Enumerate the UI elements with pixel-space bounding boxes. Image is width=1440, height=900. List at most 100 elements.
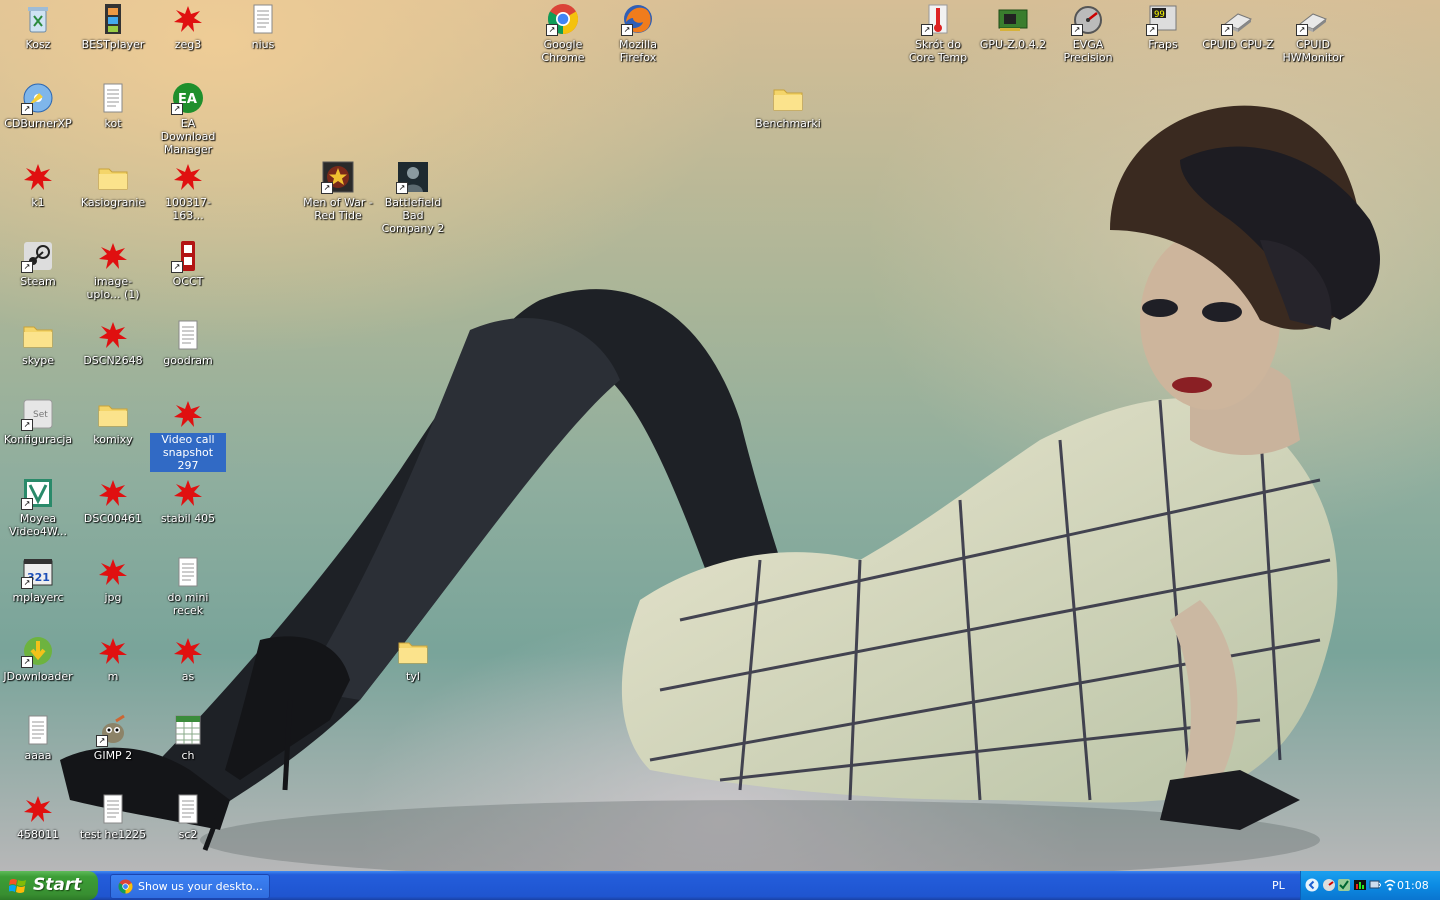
media-player-icon: 321 ↗ — [21, 555, 55, 589]
network-tray-icon[interactable] — [1369, 878, 1383, 892]
desktop-icon[interactable]: ↗ Mozilla Firefox — [600, 2, 676, 64]
desktop-icon[interactable]: sc2 — [150, 792, 226, 841]
splat-image-icon — [171, 160, 205, 194]
desktop-icon[interactable]: ↗ Google Chrome — [525, 2, 601, 64]
splat-image-icon — [21, 792, 55, 826]
shortcut-arrow-icon: ↗ — [1071, 24, 1083, 36]
back-arrow-tray-icon[interactable] — [1305, 878, 1319, 892]
text-document-icon — [246, 2, 280, 36]
shortcut-arrow-icon: ↗ — [1221, 24, 1233, 36]
desktop-icon[interactable]: stabil 405 — [150, 476, 226, 525]
desktop-icon[interactable]: ↗ CPUID CPU-Z — [1200, 2, 1276, 51]
svg-text:99: 99 — [1154, 10, 1165, 20]
desktop-icon-label: Video call snapshot 297 — [150, 433, 226, 472]
desktop-icon[interactable]: aaaa — [0, 713, 76, 762]
desktop-icon[interactable]: skype — [0, 318, 76, 367]
desktop-icon-label: OCCT — [172, 275, 204, 288]
desktop-icon[interactable]: Benchmarki — [750, 81, 826, 130]
desktop-icon[interactable]: goodram — [150, 318, 226, 367]
desktop-icon-label: m — [107, 670, 119, 683]
desktop-icon[interactable]: ↗ OCCT — [150, 239, 226, 288]
thermometer-icon: ↗ — [921, 2, 955, 36]
desktop-icon[interactable]: jpg — [75, 555, 151, 604]
jdownloader-icon: ↗ — [21, 634, 55, 668]
desktop-icon[interactable]: 458011 — [0, 792, 76, 841]
desktop-icon[interactable]: Kosz — [0, 2, 76, 51]
shortcut-arrow-icon: ↗ — [396, 182, 408, 194]
desktop-icon[interactable]: test he1225 — [75, 792, 151, 841]
shortcut-arrow-icon: ↗ — [96, 735, 108, 747]
desktop-icon[interactable]: ↗ Men of War - Red Tide — [300, 160, 376, 222]
antivirus-tray-icon[interactable] — [1337, 878, 1351, 892]
desktop-icon[interactable]: ↗ Skrót do Core Temp — [900, 2, 976, 64]
splat-image-icon — [96, 476, 130, 510]
language-indicator[interactable]: PL — [1272, 879, 1285, 892]
desktop-icon[interactable]: 321 ↗ mplayerc — [0, 555, 76, 604]
shortcut-arrow-icon: ↗ — [1146, 24, 1158, 36]
splat-image-icon — [96, 318, 130, 352]
firefox-icon: ↗ — [621, 2, 655, 36]
desktop-icon[interactable]: as — [150, 634, 226, 683]
desktop-icon[interactable]: image-uplo... (1) — [75, 239, 151, 301]
desktop-icon[interactable]: 100317-163... — [150, 160, 226, 222]
desktop-icon[interactable]: GPU-Z.0.4.2 — [975, 2, 1051, 51]
desktop-icon[interactable]: ↗ Steam — [0, 239, 76, 288]
desktop-icon[interactable]: tyl — [375, 634, 451, 683]
desktop-icon[interactable]: Set ↗ Konfiguracja — [0, 397, 76, 446]
taskbar-button-chrome-window[interactable]: Show us your deskto... — [110, 874, 270, 899]
desktop-icon[interactable]: komixy — [75, 397, 151, 446]
desktop-icon-label: as — [181, 670, 195, 683]
svg-text:Set: Set — [33, 410, 48, 420]
monitor-tray-icon[interactable] — [1353, 878, 1367, 892]
desktop-icon[interactable]: Kasiogranie — [75, 160, 151, 209]
desktop-icon[interactable]: ↗ CPUID HWMonitor — [1275, 2, 1351, 64]
gauge-tray-icon[interactable] — [1322, 878, 1336, 892]
desktop-icon[interactable]: kot — [75, 81, 151, 130]
desktop-icon[interactable]: ↗ Moyea Video4W... — [0, 476, 76, 538]
start-button[interactable]: Start — [0, 871, 98, 900]
desktop-icon[interactable]: DSCN2648 — [75, 318, 151, 367]
desktop-icon-label: image-uplo... (1) — [86, 275, 140, 301]
splat-image-icon — [21, 160, 55, 194]
desktop-icon-label: zeg3 — [174, 38, 202, 51]
desktop-icon[interactable]: DSC00461 — [75, 476, 151, 525]
desktop-icon[interactable]: zeg3 — [150, 2, 226, 51]
desktop-icon[interactable]: ↗ JDownloader — [0, 634, 76, 683]
desktop-icon-label: k1 — [31, 196, 45, 209]
desktop-icon-label: GPU-Z.0.4.2 — [979, 38, 1047, 51]
desktop-icon[interactable]: do mini recek — [150, 555, 226, 617]
desktop-icon[interactable]: ↗ GIMP 2 — [75, 713, 151, 762]
splat-image-icon — [96, 239, 130, 273]
desktop-icon[interactable]: k1 — [0, 160, 76, 209]
desktop-icon[interactable]: ↗ CDBurnerXP — [0, 81, 76, 130]
desktop-icon[interactable]: 99 ↗ Fraps — [1125, 2, 1201, 51]
desktop-icon[interactable]: BESTplayer — [75, 2, 151, 51]
desktop-icon[interactable]: ch — [150, 713, 226, 762]
desktop-icon-label: 458011 — [17, 828, 59, 841]
windows-flag-icon — [9, 879, 26, 893]
desktop-icon-label: goodram — [163, 354, 213, 367]
desktop-icon-label: CPUID HWMonitor — [1282, 38, 1344, 64]
desktop[interactable]: Kosz BESTplayer zeg3 nius ↗ Google Chrome ↗ Moz… — [0, 0, 1440, 871]
clock[interactable]: 01:08 — [1397, 879, 1429, 892]
taskbar-button-label: Show us your deskto... — [138, 880, 263, 893]
desktop-icon[interactable]: EA ↗ EA Download Manager — [150, 81, 226, 156]
folder-icon — [21, 318, 55, 352]
shortcut-arrow-icon: ↗ — [171, 261, 183, 273]
text-document-icon — [171, 792, 205, 826]
wifi-signal-tray-icon[interactable] — [1383, 878, 1397, 892]
desktop-icon-label: aaaa — [24, 749, 52, 762]
desktop-icon[interactable]: m — [75, 634, 151, 683]
disc-icon: ↗ — [21, 81, 55, 115]
desktop-icon[interactable]: ↗ Battlefield Bad Company 2 — [375, 160, 451, 235]
spreadsheet-icon — [171, 713, 205, 747]
folder-icon — [96, 397, 130, 431]
desktop-icon-label: Skrót do Core Temp — [908, 38, 968, 64]
desktop-icon[interactable]: ↗ EVGA Precision — [1050, 2, 1126, 64]
shortcut-arrow-icon: ↗ — [21, 498, 33, 510]
desktop-icon-label: BESTplayer — [81, 38, 145, 51]
splat-image-icon — [96, 634, 130, 668]
desktop-icon[interactable]: Video call snapshot 297 — [150, 397, 226, 472]
desktop-icon[interactable]: nius — [225, 2, 301, 51]
desktop-icon-label: Kasiogranie — [80, 196, 146, 209]
